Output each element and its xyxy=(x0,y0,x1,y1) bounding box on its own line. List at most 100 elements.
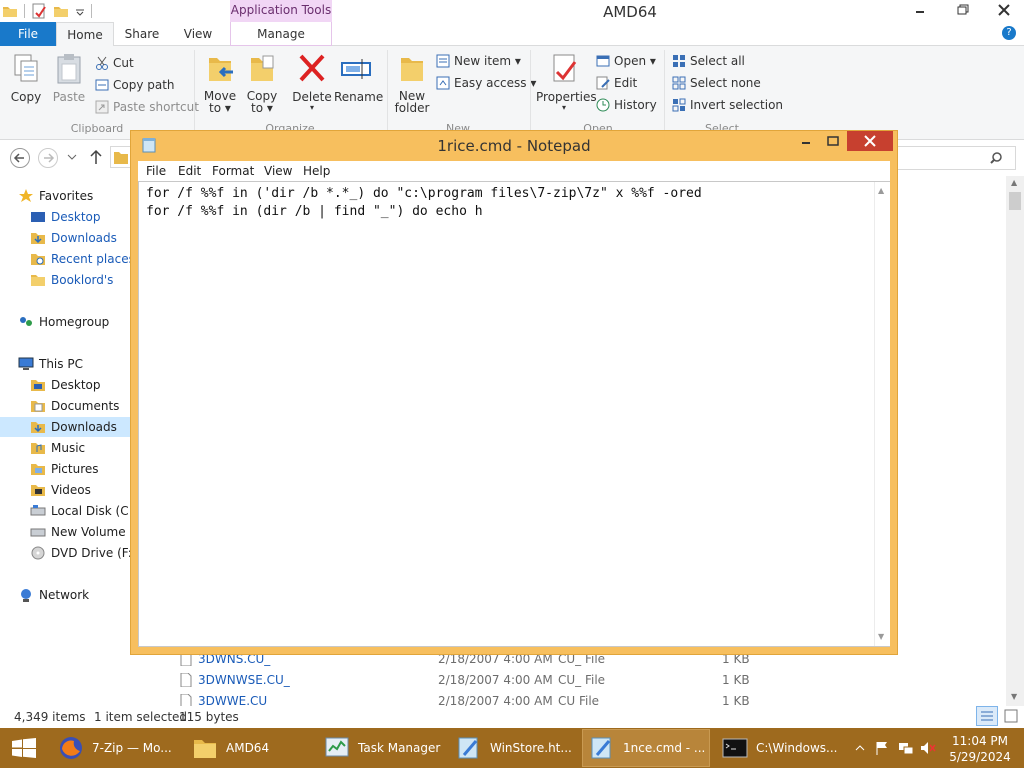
menu-view[interactable]: View xyxy=(264,164,292,178)
nav-pc-downloads[interactable]: Downloads xyxy=(0,417,134,437)
paste-shortcut-button[interactable]: Paste shortcut xyxy=(95,98,199,116)
nav-favorites[interactable]: Favorites xyxy=(18,186,93,206)
properties-button[interactable]: Properties ▾ xyxy=(536,52,597,112)
nav-documents[interactable]: Documents xyxy=(30,396,119,416)
details-view-button[interactable] xyxy=(976,706,998,726)
copy-path-button[interactable]: Copy path xyxy=(95,76,175,94)
code-line: for /f %%f in ('dir /b *.*_) do "c:\prog… xyxy=(146,186,702,201)
nav-booklords[interactable]: Booklord's xyxy=(30,270,113,290)
taskbar-task-manager[interactable]: Task Manager xyxy=(318,729,446,767)
help-icon[interactable]: ? xyxy=(1002,26,1016,40)
copy-to-button[interactable]: Copy to ▾ xyxy=(244,52,280,114)
tab-home[interactable]: Home xyxy=(56,22,114,47)
delete-button[interactable]: Delete ▾ xyxy=(292,52,332,112)
copy-button[interactable]: Copy xyxy=(6,52,46,104)
nav-recent-places[interactable]: Recent places xyxy=(30,249,134,269)
history-icon xyxy=(596,98,610,112)
nav-network[interactable]: Network xyxy=(18,585,89,605)
scroll-down-icon[interactable]: ▼ xyxy=(1011,692,1017,701)
up-arrow-icon[interactable] xyxy=(88,148,104,166)
recent-places-icon xyxy=(30,251,46,267)
tab-file[interactable]: File xyxy=(0,22,56,46)
taskbar-notepad[interactable]: 1nce.cmd - ... xyxy=(582,729,710,767)
nav-pictures[interactable]: Pictures xyxy=(30,459,99,479)
forward-button[interactable] xyxy=(38,148,58,168)
menu-edit[interactable]: Edit xyxy=(178,164,201,178)
notepad-window: 1rice.cmd - Notepad File Edit Format Vie… xyxy=(130,130,898,655)
computer-icon xyxy=(18,356,34,372)
taskbar-explorer[interactable]: AMD64 xyxy=(186,729,314,767)
delete-label: Delete xyxy=(292,90,332,104)
open-button[interactable]: Open ▾ xyxy=(596,52,656,70)
notepad-icon xyxy=(456,735,482,761)
scroll-down-icon[interactable]: ▼ xyxy=(878,632,884,641)
ribbon-separator xyxy=(387,50,388,136)
nav-local-disk[interactable]: Local Disk (C:) xyxy=(30,501,134,521)
tab-view[interactable]: View xyxy=(174,22,222,46)
clipboard-group-label: Clipboard xyxy=(70,122,124,135)
nav-homegroup[interactable]: Homegroup xyxy=(18,312,109,332)
taskbar-cmd[interactable]: C:\Windows... xyxy=(716,729,844,767)
minimize-button[interactable] xyxy=(793,133,819,151)
address-field[interactable] xyxy=(110,146,130,168)
back-button[interactable] xyxy=(10,148,30,168)
network-icon[interactable] xyxy=(898,741,914,755)
start-button[interactable] xyxy=(10,738,38,758)
select-none-button[interactable]: Select none xyxy=(672,74,761,92)
nav-music[interactable]: Music xyxy=(30,438,85,458)
select-all-button[interactable]: Select all xyxy=(672,52,745,70)
notepad-titlebar[interactable]: 1rice.cmd - Notepad xyxy=(131,131,897,161)
edit-button[interactable]: Edit xyxy=(596,74,637,92)
minimize-button[interactable] xyxy=(900,0,940,20)
history-button[interactable]: History xyxy=(596,96,657,114)
menu-file[interactable]: File xyxy=(146,164,166,178)
new-folder-button[interactable]: New folder xyxy=(393,52,431,114)
file-list-scrollbar[interactable]: ▲ ▼ xyxy=(1006,176,1024,706)
file-size: 1 KB xyxy=(722,673,750,687)
system-clock[interactable]: 11:04 PM 5/29/2024 xyxy=(944,733,1016,765)
scroll-up-icon[interactable]: ▲ xyxy=(1011,178,1017,187)
nav-this-pc[interactable]: This PC xyxy=(18,354,83,374)
notepad-close-button[interactable] xyxy=(847,131,893,151)
nav-desktop[interactable]: Desktop xyxy=(30,207,101,227)
cut-button[interactable]: Cut xyxy=(95,54,134,72)
scrollbar-thumb[interactable] xyxy=(1009,192,1021,210)
recent-locations-chevron-icon[interactable] xyxy=(66,150,78,164)
new-item-button[interactable]: New item ▾ xyxy=(436,52,521,70)
rename-icon xyxy=(339,52,373,86)
search-input[interactable] xyxy=(896,146,1016,170)
close-button[interactable] xyxy=(984,0,1024,20)
invert-selection-button[interactable]: Invert selection xyxy=(672,96,783,114)
nav-label: Music xyxy=(51,441,86,455)
rename-button[interactable]: Rename xyxy=(334,52,383,104)
taskbar-winstore[interactable]: WinStore.ht... xyxy=(450,729,578,767)
taskbar-firefox[interactable]: 7-Zip — Mo... xyxy=(52,729,182,767)
restore-button[interactable] xyxy=(942,0,982,20)
red-x-icon xyxy=(295,52,329,86)
nav-pc-desktop[interactable]: Desktop xyxy=(30,375,101,395)
nav-new-volume[interactable]: New Volume (D xyxy=(30,522,134,542)
menu-help[interactable]: Help xyxy=(303,164,330,178)
folder-icon xyxy=(192,735,218,761)
scroll-up-icon[interactable]: ▲ xyxy=(878,186,884,195)
nav-label: This PC xyxy=(39,357,83,371)
nav-videos[interactable]: Videos xyxy=(30,480,91,500)
show-hidden-icons-icon[interactable] xyxy=(852,741,868,755)
notepad-scrollbar[interactable]: ▲ ▼ xyxy=(874,182,890,646)
maximize-button[interactable] xyxy=(820,133,846,151)
move-to-button[interactable]: Move to ▾ xyxy=(202,52,238,114)
volume-muted-icon[interactable] xyxy=(920,741,936,755)
nav-downloads[interactable]: Downloads xyxy=(30,228,117,248)
file-date: 2/18/2007 4:00 AM xyxy=(438,673,553,687)
large-icons-view-button[interactable] xyxy=(1000,706,1022,726)
easy-access-button[interactable]: Easy access ▾ xyxy=(436,74,536,92)
notepad-text-area[interactable]: for /f %%f in ('dir /b *.*_) do "c:\prog… xyxy=(138,181,890,647)
paste-button[interactable]: Paste xyxy=(50,52,88,104)
nav-dvd-drive[interactable]: DVD Drive (F:) C xyxy=(30,543,134,563)
notepad-menubar: File Edit Format View Help xyxy=(138,161,890,181)
flag-icon[interactable] xyxy=(874,741,890,755)
tab-manage[interactable]: Manage xyxy=(230,22,332,46)
menu-format[interactable]: Format xyxy=(212,164,254,178)
tab-share[interactable]: Share xyxy=(116,22,168,46)
clock-date: 5/29/2024 xyxy=(949,750,1011,764)
